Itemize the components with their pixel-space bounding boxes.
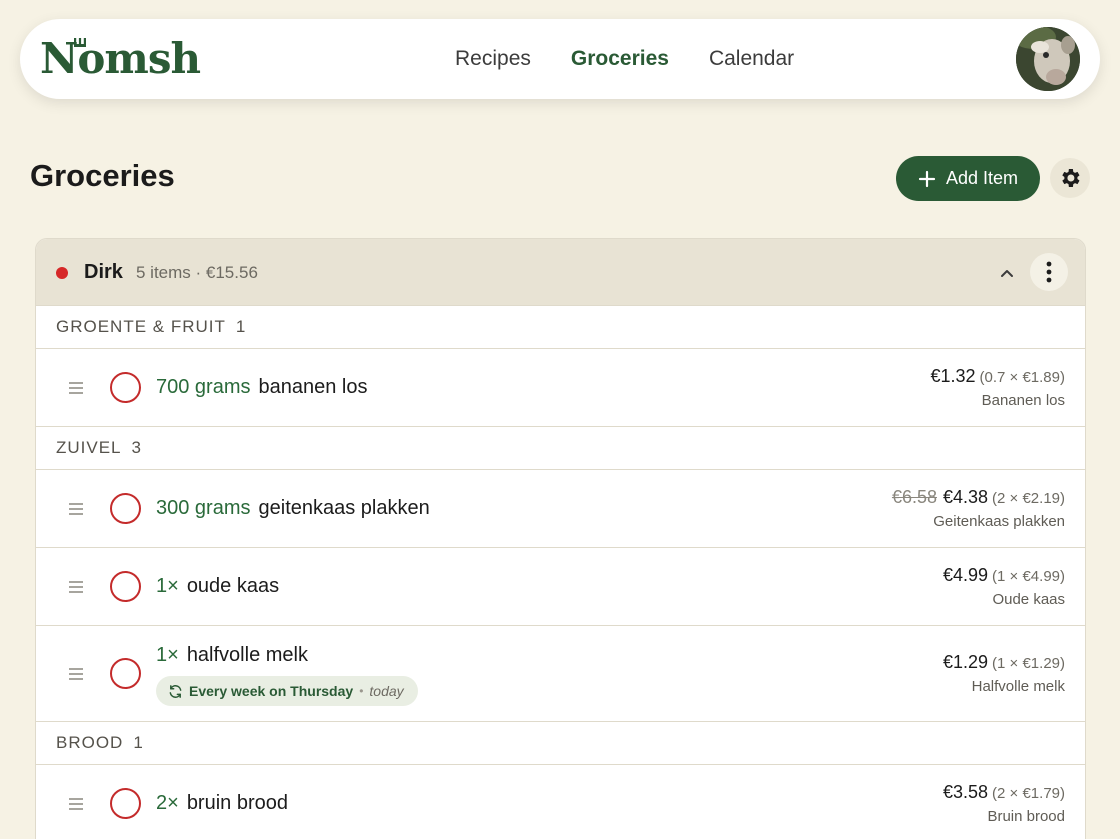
nav-recipes[interactable]: Recipes — [455, 47, 531, 71]
item-quantity: 700 grams — [156, 376, 251, 398]
item-quantity: 1× — [156, 575, 179, 597]
drag-handle-icon[interactable] — [68, 502, 84, 516]
item-checkbox[interactable] — [110, 788, 141, 819]
item-name: halfvolle melk — [186, 644, 308, 666]
item-product-name: Bruin brood — [987, 808, 1065, 825]
category-header-brood: Brood 1 — [36, 722, 1085, 765]
item-product-name: Geitenkaas plakken — [933, 513, 1065, 530]
item-price-block: €6.58 €4.38 (2 × €2.19) Geitenkaas plakken — [892, 487, 1065, 530]
brand-name: Nomsh — [40, 34, 201, 83]
category-name: Zuivel — [56, 438, 122, 457]
item-price-block: €4.99 (1 × €4.99) Oude kaas — [943, 565, 1065, 608]
main-nav: Recipes Groceries Calendar — [435, 19, 814, 99]
avatar-photo-icon — [1016, 27, 1080, 91]
item-price: €3.58 — [942, 782, 989, 802]
category-header-zuivel: Zuivel 3 — [36, 427, 1085, 470]
store-header[interactable]: Dirk 5 items · €15.56 — [36, 239, 1085, 306]
nomsh-logo[interactable]: Nomsh — [40, 34, 201, 83]
store-summary: 5 items · €15.56 — [136, 263, 258, 282]
collapse-button[interactable] — [994, 260, 1020, 286]
category-count: 1 — [235, 317, 247, 336]
category-name: Brood — [56, 733, 124, 752]
item-product-name: Bananen los — [981, 392, 1065, 409]
item-old-price: €6.58 — [891, 487, 937, 507]
category-count: 3 — [131, 438, 142, 457]
nav-groceries[interactable]: Groceries — [571, 47, 669, 71]
item-product-name: Oude kaas — [992, 591, 1065, 608]
recurrence-badge[interactable]: Every week on Thursday • today — [156, 676, 418, 706]
store-color-dot — [56, 267, 68, 279]
item-checkbox[interactable] — [110, 571, 141, 602]
page-title: Groceries — [30, 158, 175, 193]
item-price-block: €1.32 (0.7 × €1.89) Bananen los — [930, 366, 1065, 409]
item-price-calc: (2 × €2.19) — [992, 490, 1065, 507]
nav-calendar[interactable]: Calendar — [709, 47, 794, 71]
grocery-item: 1× oude kaas €4.99 (1 × €4.99) Oude kaas — [36, 548, 1085, 626]
recurrence-when: today — [369, 683, 404, 699]
top-navbar: Nomsh Recipes Groceries Calendar — [20, 19, 1100, 99]
recurrence-separator: • — [359, 684, 364, 698]
drag-handle-icon[interactable] — [68, 580, 84, 594]
gear-icon — [1062, 169, 1080, 187]
item-label[interactable]: 1× halfvolle melk — [156, 644, 308, 667]
category-count: 1 — [133, 733, 144, 752]
item-price-calc: (0.7 × €1.89) — [979, 369, 1065, 386]
item-price-calc: (1 × €1.29) — [992, 655, 1065, 672]
item-quantity: 300 grams — [156, 497, 251, 519]
item-checkbox[interactable] — [110, 372, 141, 403]
drag-handle-icon[interactable] — [68, 667, 84, 681]
add-item-label: Add Item — [945, 168, 1019, 188]
category-header-groente-fruit: Groente & Fruit 1 — [36, 306, 1085, 349]
item-label[interactable]: 700 grams bananen los — [156, 376, 367, 399]
item-price: €4.99 — [942, 565, 989, 585]
item-label[interactable]: 2× bruin brood — [156, 792, 288, 815]
plus-icon — [918, 170, 936, 187]
item-name: geitenkaas plakken — [258, 497, 430, 519]
item-price: €1.29 — [942, 652, 989, 672]
item-checkbox[interactable] — [110, 493, 141, 524]
drag-handle-icon[interactable] — [68, 381, 84, 395]
item-checkbox[interactable] — [110, 658, 141, 689]
item-name: bruin brood — [186, 792, 288, 814]
store-name: Dirk — [84, 261, 123, 283]
item-label[interactable]: 300 grams geitenkaas plakken — [156, 497, 430, 520]
grocery-item: 1× halfvolle melk Every week on Thursday … — [36, 626, 1085, 722]
fork-icon — [74, 38, 86, 47]
item-name: bananen los — [258, 376, 368, 398]
item-price-block: €1.29 (1 × €1.29) Halfvolle melk — [943, 652, 1065, 695]
repeat-icon — [169, 684, 182, 698]
item-quantity: 1× — [156, 644, 179, 666]
user-avatar[interactable] — [1016, 27, 1080, 91]
recurrence-text: Every week on Thursday — [189, 683, 354, 699]
item-price-calc: (1 × €4.99) — [992, 568, 1065, 585]
item-price-block: €3.58 (2 × €1.79) Bruin brood — [943, 782, 1065, 825]
item-name: oude kaas — [186, 575, 280, 597]
settings-button[interactable] — [1050, 158, 1090, 198]
item-label[interactable]: 1× oude kaas — [156, 575, 279, 598]
more-vertical-icon — [1046, 261, 1052, 283]
item-price: €4.38 — [942, 487, 989, 507]
grocery-item: 2× bruin brood €3.58 (2 × €1.79) Bruin bro… — [36, 765, 1085, 839]
grocery-item: 300 grams geitenkaas plakken €6.58 €4.38 (2… — [36, 470, 1085, 548]
add-item-button[interactable]: Add Item — [896, 156, 1040, 201]
store-more-button[interactable] — [1030, 253, 1068, 291]
item-product-name: Halfvolle melk — [971, 678, 1065, 695]
category-name: Groente & Fruit — [56, 317, 226, 336]
grocery-item: 700 grams bananen los €1.32 (0.7 × €1.89) … — [36, 349, 1085, 427]
item-quantity: 2× — [156, 792, 179, 814]
item-price: €1.32 — [930, 366, 976, 386]
store-card-dirk: Dirk 5 items · €15.56 Groente & Fruit 1 … — [35, 238, 1086, 839]
item-price-calc: (2 × €1.79) — [992, 785, 1065, 802]
drag-handle-icon[interactable] — [68, 797, 84, 811]
chevron-up-icon — [1001, 270, 1013, 277]
